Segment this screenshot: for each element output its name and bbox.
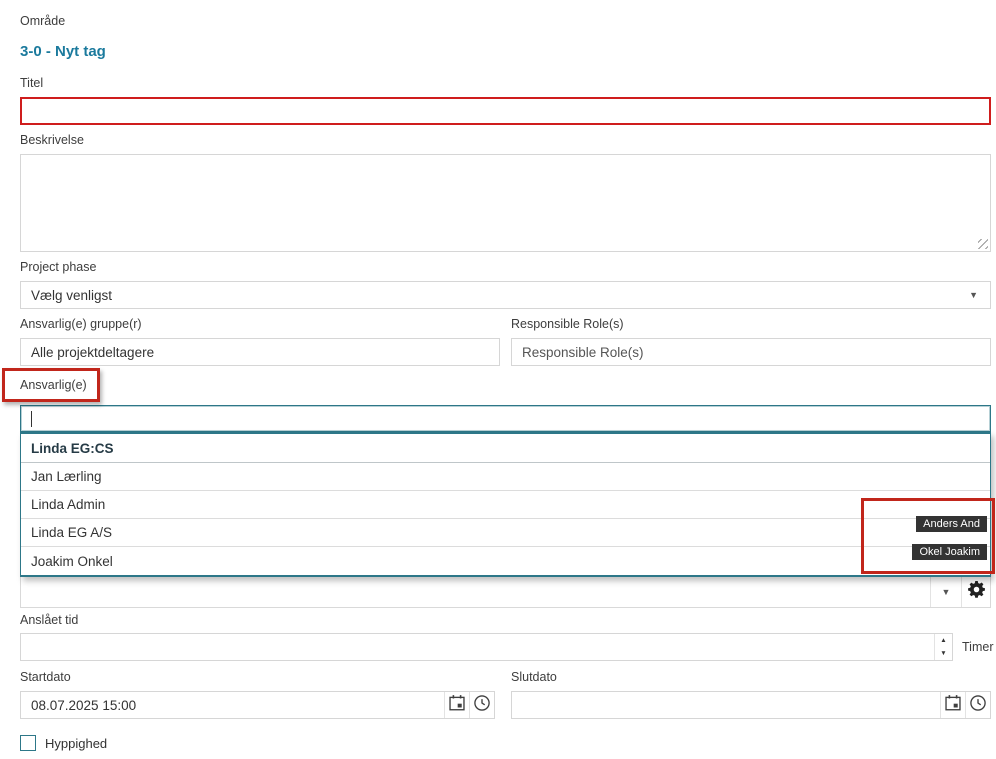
open-dropdown-button[interactable]: ▼ <box>930 577 961 607</box>
anslaet-tid-label: Anslået tid <box>20 613 996 627</box>
page-title: 3-0 - Nyt tag <box>20 43 996 60</box>
ansvarlig-grupper-input[interactable]: Alle projektdeltagere <box>20 338 500 366</box>
ansvarlig-grupper-value: Alle projektdeltagere <box>31 345 154 360</box>
area-label: Område <box>20 14 996 28</box>
slutdato-time-button[interactable] <box>965 692 990 718</box>
hyppighed-row: Hyppighed <box>20 735 996 751</box>
suggestion-item[interactable]: Linda Admin <box>21 491 990 519</box>
clock-icon <box>473 694 491 717</box>
hyppighed-label: Hyppighed <box>45 736 107 751</box>
suggestion-item[interactable]: Joakim Onkel <box>21 547 990 575</box>
startdato-value[interactable]: 08.07.2025 15:00 <box>21 692 444 718</box>
titel-label: Titel <box>20 76 996 90</box>
gear-icon <box>968 581 985 603</box>
slutdato-label: Slutdato <box>511 670 991 684</box>
suggestions-popup: Linda EG:CS Jan Lærling Linda Admin Lind… <box>20 432 991 577</box>
annotation-box-tooltips <box>861 498 995 574</box>
chevron-down-icon: ▼ <box>969 291 978 300</box>
text-caret <box>31 411 32 427</box>
suggestion-group-header: Linda EG:CS <box>21 434 990 463</box>
calendar-icon <box>944 694 962 717</box>
anslaet-tid-input[interactable]: ▲ ▼ <box>20 633 953 661</box>
startdato-time-button[interactable] <box>469 692 494 718</box>
anslaet-tid-value-area[interactable] <box>21 634 934 660</box>
responsible-roles-label: Responsible Role(s) <box>511 317 991 331</box>
spinner-up-button[interactable]: ▲ <box>935 634 952 647</box>
spinner-down-button[interactable]: ▼ <box>935 647 952 660</box>
numeric-spinner: ▲ ▼ <box>934 634 952 660</box>
beskrivelse-label: Beskrivelse <box>20 133 996 147</box>
ansvarlige-label-wrap: Ansvarlig(e) <box>20 376 87 394</box>
slutdato-value[interactable] <box>512 692 940 718</box>
ansvarlige-input[interactable] <box>20 405 991 432</box>
beskrivelse-textarea[interactable] <box>20 154 991 252</box>
responsible-roles-placeholder: Responsible Role(s) <box>522 345 644 360</box>
ansvarlig-grupper-label: Ansvarlig(e) gruppe(r) <box>20 317 500 331</box>
slutdato-calendar-button[interactable] <box>940 692 965 718</box>
clock-icon <box>969 694 987 717</box>
startdato-input[interactable]: 08.07.2025 15:00 <box>20 691 495 719</box>
startdato-label: Startdato <box>20 670 495 684</box>
project-phase-value: Vælg venligst <box>31 288 112 303</box>
titel-input[interactable] <box>20 97 991 125</box>
slutdato-input[interactable] <box>511 691 991 719</box>
annotation-box-label <box>2 368 100 402</box>
responsible-roles-input[interactable]: Responsible Role(s) <box>511 338 991 366</box>
settings-button[interactable] <box>961 577 990 607</box>
chevron-down-icon: ▼ <box>942 588 951 597</box>
assigned-users-select[interactable]: ▼ <box>20 577 991 608</box>
assigned-users-value-area[interactable] <box>21 577 930 607</box>
calendar-icon <box>448 694 466 717</box>
suggestion-item[interactable]: Linda EG A/S <box>21 519 990 547</box>
resize-handle-icon[interactable] <box>978 239 988 249</box>
project-phase-select[interactable]: Vælg venligst ▼ <box>20 281 991 309</box>
hyppighed-checkbox[interactable] <box>20 735 36 751</box>
startdato-calendar-button[interactable] <box>444 692 469 718</box>
suggestions-list: Linda EG:CS Jan Lærling Linda Admin Lind… <box>20 432 991 577</box>
task-form-page: Område 3-0 - Nyt tag Titel Beskrivelse P… <box>0 0 996 759</box>
timer-unit-label: Timer <box>962 640 993 654</box>
suggestion-item[interactable]: Jan Lærling <box>21 463 990 491</box>
project-phase-label: Project phase <box>20 260 996 274</box>
